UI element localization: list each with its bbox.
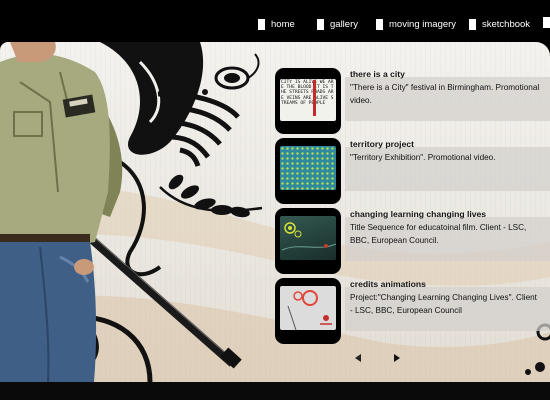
item-description: Title Sequence for educatoinal film. Cli… <box>350 223 527 245</box>
next-arrow-icon[interactable] <box>394 354 400 362</box>
portfolio-item-there-is-a-city: CITY IS ALIVE WE ARE THE BLOOD IT IS THE… <box>275 68 550 134</box>
nav-home[interactable]: home <box>258 17 295 31</box>
nav-label: sketchbook <box>482 18 531 30</box>
nav-bullet-icon <box>317 18 324 30</box>
nav-label: home <box>271 18 295 30</box>
item-title[interactable]: credits animations <box>350 279 426 289</box>
nav-gallery[interactable]: gallery <box>317 17 358 31</box>
portfolio-item-territory-project: territory project "Territory Exhibition"… <box>275 138 550 204</box>
nav-bullet-icon <box>258 18 265 30</box>
nav-sketchbook[interactable]: sketchbook <box>469 17 530 31</box>
city-text-image: CITY IS ALIVE WE ARE THE BLOOD IT IS THE… <box>280 79 336 121</box>
content-stage: CITY IS ALIVE WE ARE THE BLOOD IT IS THE… <box>0 42 550 382</box>
portfolio-item-credits-animations: credits animations Project:"Changing Lea… <box>275 278 550 344</box>
nav-corner-square <box>543 17 550 28</box>
territory-dots-image <box>280 146 336 190</box>
item-description: Project:"Changing Learning Changing Live… <box>350 293 537 315</box>
item-title[interactable]: territory project <box>350 139 414 149</box>
thumbnail-territory-project[interactable] <box>275 138 341 204</box>
nav-bullet-icon <box>376 18 383 30</box>
nav-label: moving imagery <box>389 18 457 30</box>
thumbnail-credits-animations[interactable] <box>275 278 341 344</box>
thumbnail-changing-learning[interactable] <box>275 208 341 274</box>
red-figure <box>313 80 316 116</box>
nav-moving-imagery[interactable]: moving imagery <box>376 17 456 31</box>
nav-bullet-icon <box>469 18 476 30</box>
nav-label: gallery <box>330 18 358 30</box>
portfolio-item-changing-learning: changing learning changing lives Title S… <box>275 208 550 274</box>
thumbnail-there-is-a-city[interactable]: CITY IS ALIVE WE ARE THE BLOOD IT IS THE… <box>275 68 341 134</box>
learning-image <box>280 216 336 260</box>
previous-arrow-icon[interactable] <box>355 354 361 362</box>
item-description: "Territory Exhibition". Promotional vide… <box>350 153 496 162</box>
learning-swirl-graphic <box>281 222 336 251</box>
item-title[interactable]: changing learning changing lives <box>350 209 486 219</box>
item-title[interactable]: there is a city <box>350 69 405 79</box>
credits-graphic <box>287 290 332 330</box>
item-description: "There is a City" festival in Birmingham… <box>350 83 540 105</box>
bottom-bar <box>0 382 550 400</box>
credits-image <box>280 286 336 330</box>
